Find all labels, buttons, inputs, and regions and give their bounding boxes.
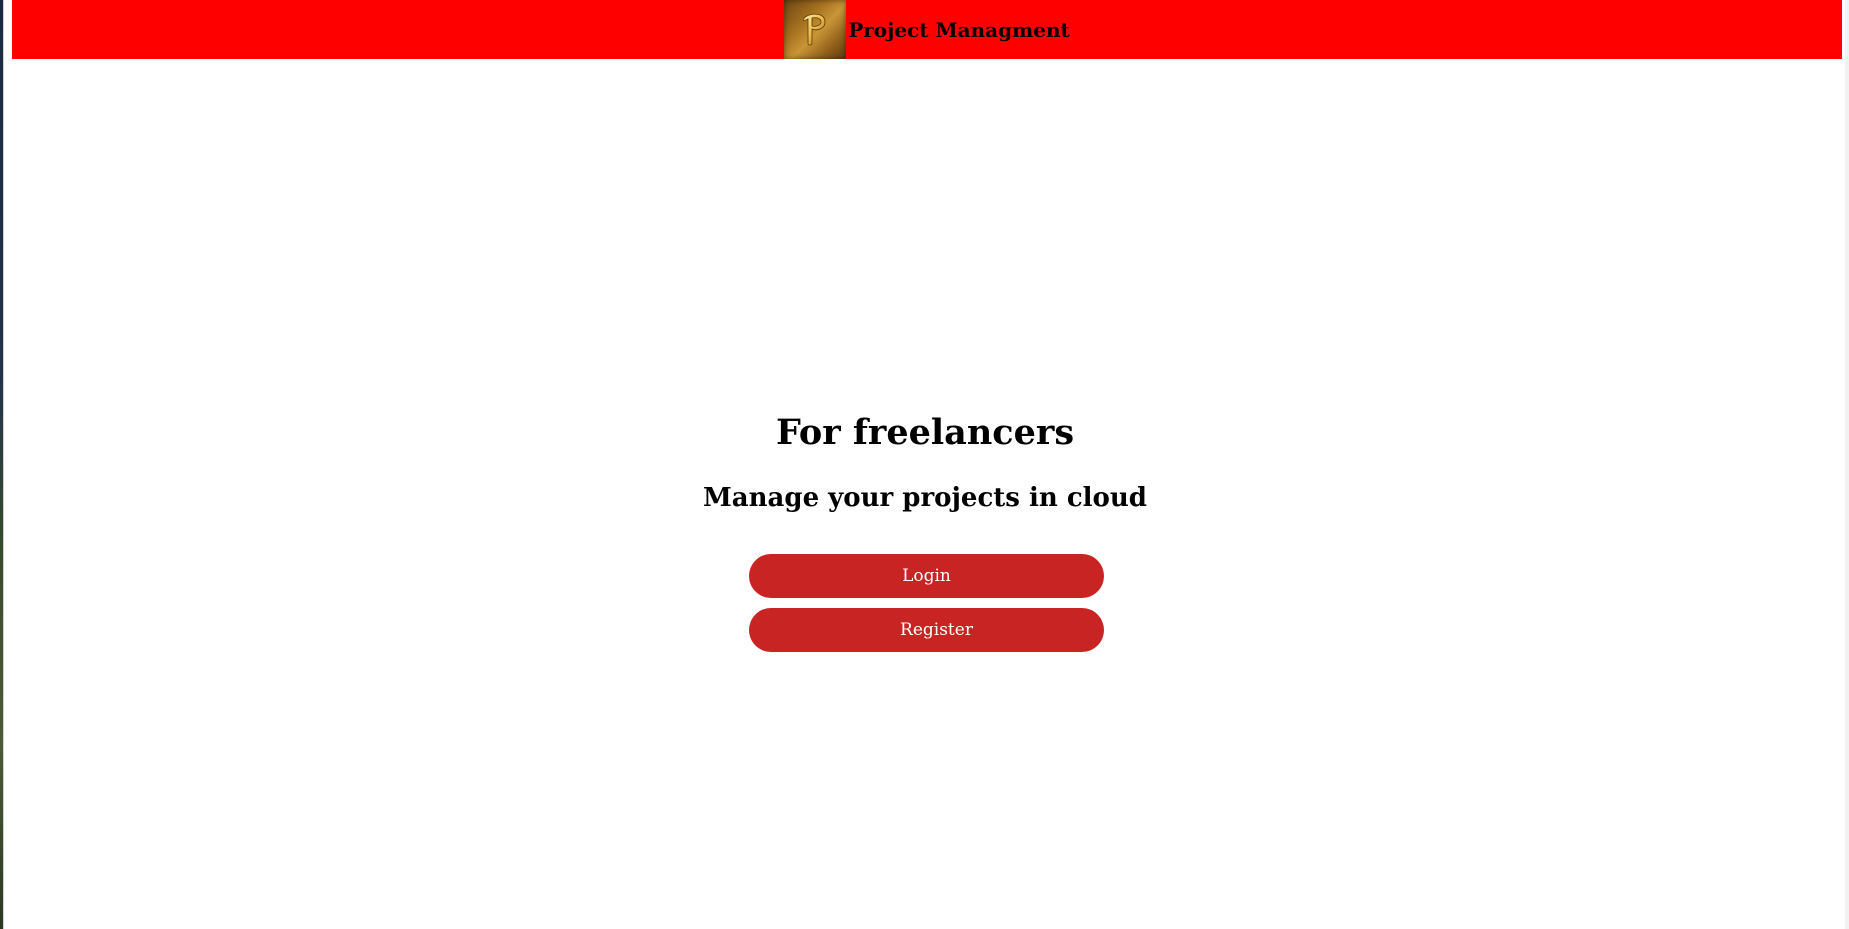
brand[interactable]: Project Managment bbox=[784, 0, 1070, 59]
top-header-bar: Project Managment bbox=[12, 0, 1842, 59]
hero-section: For freelancers Manage your projects in … bbox=[4, 412, 1846, 514]
login-button[interactable]: Login bbox=[749, 554, 1104, 598]
browser-page: Project Managment For freelancers Manage… bbox=[3, 0, 1849, 929]
hero-subtitle: Manage your projects in cloud bbox=[703, 483, 1147, 513]
login-button-label: Login bbox=[902, 566, 951, 586]
app-title[interactable]: Project Managment bbox=[848, 18, 1070, 42]
gold-letter-p-icon[interactable] bbox=[784, 0, 847, 59]
register-button-label: Register bbox=[900, 620, 973, 640]
hero-title: For freelancers bbox=[775, 412, 1075, 453]
register-button[interactable]: Register bbox=[749, 608, 1104, 652]
window-right-edge bbox=[1845, 0, 1849, 929]
